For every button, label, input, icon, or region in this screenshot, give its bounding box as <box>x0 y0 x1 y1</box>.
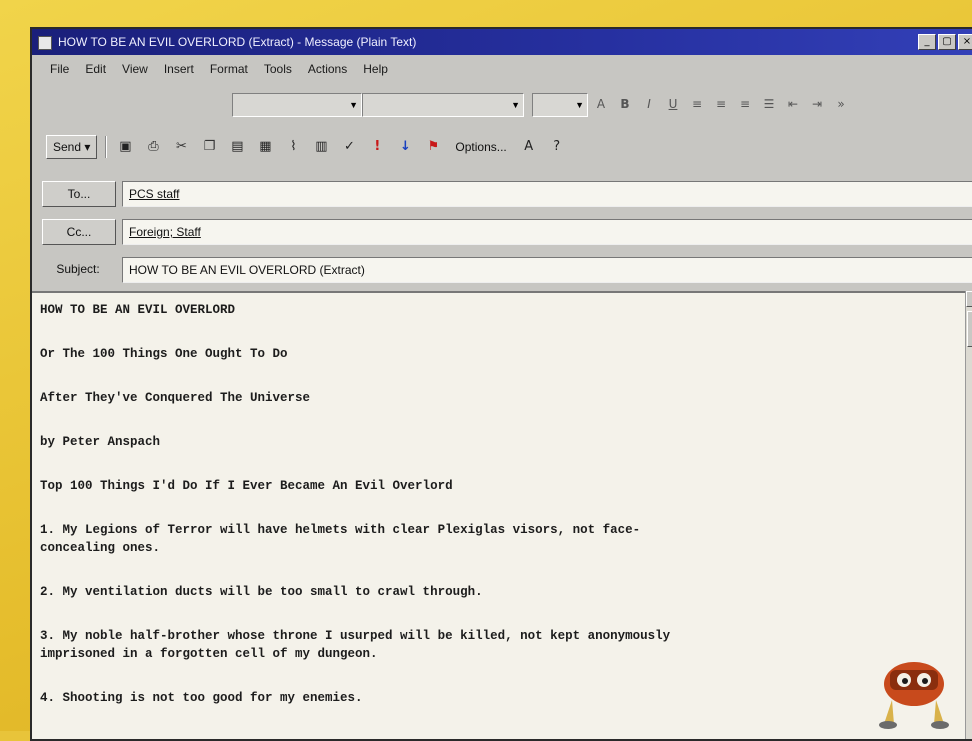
message-paragraph: 4. Shooting is not too good for my enemi… <box>40 691 363 705</box>
chevron-down-icon: ▼ <box>349 100 358 110</box>
window-controls: _ ▢ × <box>918 34 972 50</box>
minimize-button[interactable]: _ <box>918 34 936 50</box>
cut-icon[interactable]: ✂ <box>171 137 191 157</box>
message-window: HOW TO BE AN EVIL OVERLORD (Extract) - M… <box>30 27 972 741</box>
menu-tools[interactable]: Tools <box>264 62 292 76</box>
menu-file[interactable]: File <box>50 62 69 76</box>
subject-row: Subject: HOW TO BE AN EVIL OVERLORD (Ext… <box>42 255 972 283</box>
to-row: To... PCS staff <box>42 179 972 207</box>
message-paragraph: 3. My noble half-brother whose throne I … <box>40 629 671 661</box>
font-icon[interactable]: A <box>519 137 539 157</box>
align-center-icon[interactable]: ≡ <box>712 95 730 113</box>
more-buttons-icon[interactable]: » <box>832 95 850 113</box>
bullets-icon[interactable]: ☰ <box>760 95 778 113</box>
message-text: HOW TO BE AN EVIL OVERLORD Or The 100 Th… <box>40 301 942 733</box>
to-field[interactable]: PCS staff <box>122 181 972 207</box>
bold-icon[interactable]: B <box>616 95 634 113</box>
increase-indent-icon[interactable]: ⇥ <box>808 95 826 113</box>
chevron-down-icon: ▼ <box>575 100 584 110</box>
cc-row: Cc... Foreign; Staff <box>42 217 972 245</box>
subject-label: Subject: <box>56 262 100 276</box>
format-buttons: A B I U ≡ ≡ ≡ ☰ ⇤ ⇥ » <box>592 95 850 113</box>
align-left-icon[interactable]: ≡ <box>688 95 706 113</box>
menu-view[interactable]: View <box>122 62 148 76</box>
underline-icon[interactable]: U <box>664 95 682 113</box>
message-paragraph: Or The 100 Things One Ought To Do <box>40 347 288 361</box>
address-book-icon[interactable]: ▥ <box>311 137 331 157</box>
font-color-icon[interactable]: A <box>592 95 610 113</box>
vertical-scrollbar[interactable] <box>965 291 972 739</box>
scroll-up-button[interactable] <box>966 291 972 307</box>
message-paragraph: HOW TO BE AN EVIL OVERLORD <box>40 303 236 317</box>
message-paragraph: Top 100 Things I'd Do If I Ever Became A… <box>40 479 453 493</box>
copy-icon[interactable]: ❐ <box>199 137 219 157</box>
help-icon[interactable]: ? <box>547 137 567 157</box>
menu-insert[interactable]: Insert <box>164 62 194 76</box>
send-button[interactable]: Send ▾ <box>46 135 98 159</box>
menu-help[interactable]: Help <box>363 62 388 76</box>
paste-icon[interactable]: ▤ <box>227 137 247 157</box>
assistant-foot-right <box>931 721 949 729</box>
send-label: Send <box>53 140 82 154</box>
menu-edit[interactable]: Edit <box>85 62 106 76</box>
italic-icon[interactable]: I <box>640 95 658 113</box>
message-paragraph: After They've Conquered The Universe <box>40 391 311 405</box>
insert-file-icon[interactable]: ▦ <box>255 137 275 157</box>
align-right-icon[interactable]: ≡ <box>736 95 754 113</box>
font-size-dropdown[interactable]: ▼ <box>532 93 588 117</box>
assistant-pupil-left <box>902 678 908 684</box>
menu-actions[interactable]: Actions <box>308 62 347 76</box>
assistant-foot-left <box>879 721 897 729</box>
high-importance-icon[interactable]: ! <box>367 137 387 157</box>
flag-icon[interactable]: ⚑ <box>423 137 443 157</box>
decrease-indent-icon[interactable]: ⇤ <box>784 95 802 113</box>
menu-bar: File Edit View Insert Format Tools Actio… <box>32 57 972 81</box>
check-names-icon[interactable]: ✓ <box>339 137 359 157</box>
window-title: HOW TO BE AN EVIL OVERLORD (Extract) - M… <box>58 35 417 49</box>
to-button[interactable]: To... <box>42 181 116 207</box>
close-button[interactable]: × <box>958 34 972 50</box>
maximize-button[interactable]: ▢ <box>938 34 956 50</box>
scroll-thumb[interactable] <box>967 311 972 347</box>
message-paragraph: 2. My ventilation ducts will be too smal… <box>40 585 483 599</box>
assistant-leg-right <box>934 700 944 724</box>
standard-toolbar: Send ▾ ▣ ⎙ ✂ ❐ ▤ ▦ ⌇ ▥ ✓ ! ↓ ⚑ Options..… <box>32 129 972 165</box>
style-dropdown[interactable]: ▼ <box>232 93 362 117</box>
assistant-pupil-right <box>922 678 928 684</box>
envelope-icon <box>38 36 52 50</box>
font-dropdown[interactable]: ▼ <box>362 93 524 117</box>
menu-format[interactable]: Format <box>210 62 248 76</box>
print-icon[interactable]: ⎙ <box>143 137 163 157</box>
chevron-down-icon: ▼ <box>511 100 520 110</box>
save-icon[interactable]: ▣ <box>115 137 135 157</box>
formatting-toolbar: ▼ ▼ ▼ A B I U ≡ ≡ ≡ ☰ ⇤ ⇥ » <box>32 85 972 125</box>
subject-field[interactable]: HOW TO BE AN EVIL OVERLORD (Extract) <box>122 257 972 283</box>
assistant-leg-left <box>884 700 894 724</box>
attachment-icon[interactable]: ⌇ <box>283 137 303 157</box>
message-paragraph: by Peter Anspach <box>40 435 161 449</box>
office-assistant-icon[interactable] <box>874 652 954 732</box>
message-paragraph: 1. My Legions of Terror will have helmet… <box>40 523 641 555</box>
low-importance-icon[interactable]: ↓ <box>395 137 415 157</box>
cc-field[interactable]: Foreign; Staff <box>122 219 972 245</box>
toolbar-separator <box>105 136 108 158</box>
cc-button[interactable]: Cc... <box>42 219 116 245</box>
title-bar[interactable]: HOW TO BE AN EVIL OVERLORD (Extract) - M… <box>32 29 972 55</box>
options-button[interactable]: Options... <box>451 136 510 158</box>
message-body[interactable]: HOW TO BE AN EVIL OVERLORD Or The 100 Th… <box>32 291 972 739</box>
